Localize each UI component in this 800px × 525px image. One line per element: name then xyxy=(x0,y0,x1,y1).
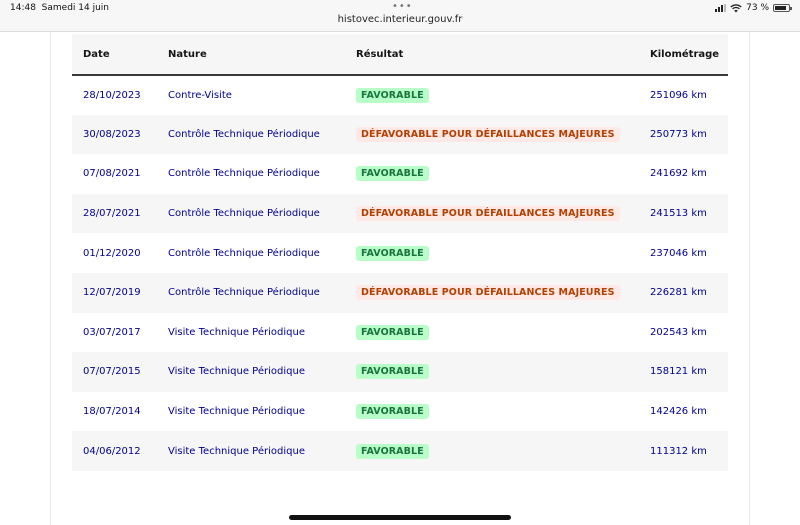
row-nature: Contrôle Technique Périodique xyxy=(168,128,320,140)
row-result: FAVORABLE xyxy=(345,392,639,432)
row-nature: Contrôle Technique Périodique xyxy=(168,208,320,220)
row-mileage: 237046 km xyxy=(650,247,707,259)
row-mileage: 158121 km xyxy=(650,366,707,378)
row-mileage: 241692 km xyxy=(650,168,707,180)
status-badge: FAVORABLE xyxy=(356,443,429,459)
table-row: 07/08/2021 Contrôle Technique Périodique… xyxy=(72,154,728,194)
row-nature: Contrôle Technique Périodique xyxy=(168,247,320,259)
row-nature: Contrôle Technique Périodique xyxy=(168,168,320,180)
battery-icon xyxy=(773,4,792,12)
home-indicator[interactable] xyxy=(289,515,511,520)
status-badge: FAVORABLE xyxy=(356,404,429,420)
row-result: DÉFAVORABLE POUR DÉFAILLANCES MAJEURES xyxy=(345,273,639,313)
row-mileage: 250773 km xyxy=(650,128,707,140)
row-date: 28/10/2023 xyxy=(83,89,141,101)
row-result: FAVORABLE xyxy=(345,431,639,471)
more-dots-icon[interactable]: ••• xyxy=(392,1,413,12)
status-badge: DÉFAVORABLE POUR DÉFAILLANCES MAJEURES xyxy=(356,285,620,301)
table-row: 18/07/2014 Visite Technique Périodique F… xyxy=(72,392,728,432)
status-badge: FAVORABLE xyxy=(356,245,429,261)
table-row: 03/07/2017 Visite Technique Périodique F… xyxy=(72,313,728,353)
header-nature: Nature xyxy=(168,48,207,60)
row-mileage: 202543 km xyxy=(650,326,707,338)
header-mileage: Kilométrage xyxy=(650,48,720,60)
row-nature: Visite Technique Périodique xyxy=(168,366,305,378)
row-date: 07/07/2015 xyxy=(83,366,141,378)
signal-icon xyxy=(715,4,727,12)
row-date: 28/07/2021 xyxy=(83,208,141,220)
row-nature: Visite Technique Périodique xyxy=(168,406,305,418)
row-date: 30/08/2023 xyxy=(83,128,141,140)
table-row: 12/07/2019 Contrôle Technique Périodique… xyxy=(72,272,728,313)
inspection-history-table: Date Nature Résultat Kilométrage 28/10/2… xyxy=(72,34,728,471)
wifi-icon xyxy=(730,3,742,12)
ios-status-bar: 14:48 Samedi 14 juin ••• histovec.interi… xyxy=(0,0,800,32)
row-result: DÉFAVORABLE POUR DÉFAILLANCES MAJEURES xyxy=(345,194,639,234)
battery-percent: 73 % xyxy=(746,3,769,13)
row-result: FAVORABLE xyxy=(345,313,639,353)
row-mileage: 111312 km xyxy=(650,445,707,457)
row-result: FAVORABLE xyxy=(345,75,639,115)
row-result: DÉFAVORABLE POUR DÉFAILLANCES MAJEURES xyxy=(345,115,639,155)
table-row: 28/07/2021 Contrôle Technique Périodique… xyxy=(72,193,728,234)
row-nature: Contre-Visite xyxy=(168,89,232,101)
row-mileage: 226281 km xyxy=(650,287,707,299)
row-date: 12/07/2019 xyxy=(83,287,141,299)
header-result: Résultat xyxy=(356,48,404,60)
row-date: 07/08/2021 xyxy=(83,168,141,180)
table-row: 30/08/2023 Contrôle Technique Périodique… xyxy=(72,114,728,155)
status-badge: FAVORABLE xyxy=(356,364,429,380)
table-row: 07/07/2015 Visite Technique Périodique F… xyxy=(72,352,728,392)
row-mileage: 142426 km xyxy=(650,406,707,418)
row-result: FAVORABLE xyxy=(345,154,639,194)
header-date: Date xyxy=(83,48,110,60)
address-bar[interactable]: histovec.interieur.gouv.fr xyxy=(0,14,800,25)
table-header-row: Date Nature Résultat Kilométrage xyxy=(72,34,728,75)
row-date: 03/07/2017 xyxy=(83,326,141,338)
row-date: 04/06/2012 xyxy=(83,445,141,457)
status-badge: DÉFAVORABLE POUR DÉFAILLANCES MAJEURES xyxy=(356,126,620,142)
status-time: 14:48 Samedi 14 juin xyxy=(10,3,110,13)
row-mileage: 241513 km xyxy=(650,208,707,220)
row-result: FAVORABLE xyxy=(345,233,639,273)
row-mileage: 251096 km xyxy=(650,89,707,101)
row-nature: Contrôle Technique Périodique xyxy=(168,287,320,299)
status-badge: FAVORABLE xyxy=(356,87,429,103)
row-result: FAVORABLE xyxy=(345,352,639,392)
table-body: 28/10/2023 Contre-Visite FAVORABLE 25109… xyxy=(72,75,728,471)
table-row: 28/10/2023 Contre-Visite FAVORABLE 25109… xyxy=(72,75,728,115)
row-nature: Visite Technique Périodique xyxy=(168,445,305,457)
status-badge: DÉFAVORABLE POUR DÉFAILLANCES MAJEURES xyxy=(356,206,620,222)
status-badge: FAVORABLE xyxy=(356,166,429,182)
row-nature: Visite Technique Périodique xyxy=(168,326,305,338)
row-date: 18/07/2014 xyxy=(83,406,141,418)
table-row: 01/12/2020 Contrôle Technique Périodique… xyxy=(72,233,728,273)
status-badge: FAVORABLE xyxy=(356,324,429,340)
row-date: 01/12/2020 xyxy=(83,247,141,259)
table-row: 04/06/2012 Visite Technique Périodique F… xyxy=(72,431,728,471)
status-indicators: 73 % xyxy=(715,3,792,13)
